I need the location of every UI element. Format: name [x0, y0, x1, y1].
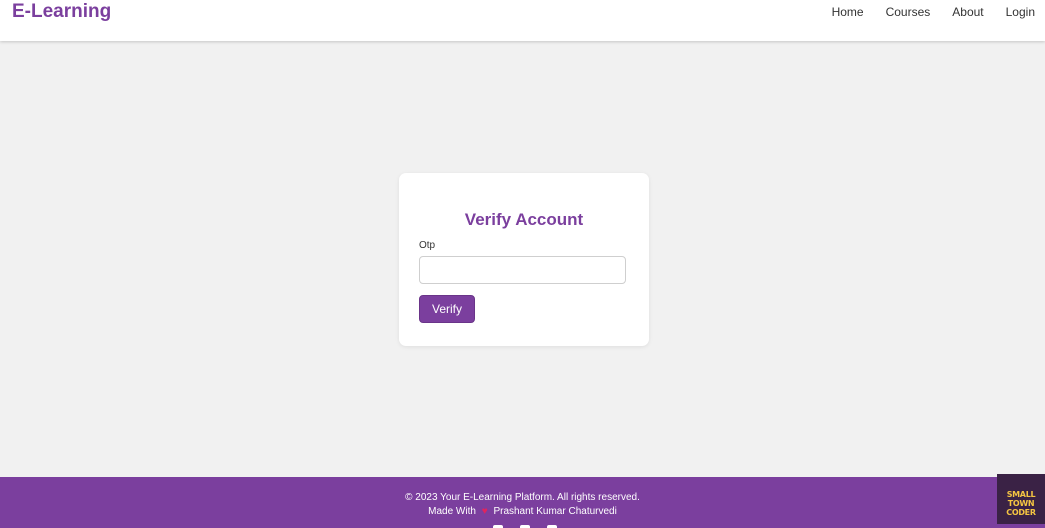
nav-links: Home Courses About Login [810, 5, 1035, 19]
footer-credit: Made With ♥ Prashant Kumar Chaturvedi [0, 506, 1045, 517]
nav-link-home[interactable]: Home [832, 5, 864, 19]
otp-input[interactable] [419, 256, 626, 284]
site-footer: © 2023 Your E-Learning Platform. All rig… [0, 477, 1045, 528]
heart-icon: ♥ [481, 506, 488, 517]
nav-link-login[interactable]: Login [1006, 5, 1035, 19]
otp-label: Otp [419, 240, 436, 251]
nav-link-courses[interactable]: Courses [886, 5, 931, 19]
made-with-text: Made With [428, 506, 476, 517]
verify-account-title: Verify Account [464, 210, 584, 229]
top-navbar: E-Learning Home Courses About Login [0, 0, 1045, 41]
verify-account-card: Verify Account Otp Verify [399, 173, 649, 346]
nav-link-about[interactable]: About [952, 5, 983, 19]
verify-button[interactable]: Verify [419, 295, 475, 323]
badge-line-2: CODER [1006, 508, 1036, 517]
site-logo[interactable]: E-Learning [12, 1, 111, 23]
small-town-coder-badge: SMALL TOWN CODER [997, 474, 1045, 524]
badge-line-1: SMALL TOWN [1006, 490, 1036, 508]
footer-copyright: © 2023 Your E-Learning Platform. All rig… [405, 492, 640, 503]
author-name: Prashant Kumar Chaturvedi [493, 506, 617, 517]
